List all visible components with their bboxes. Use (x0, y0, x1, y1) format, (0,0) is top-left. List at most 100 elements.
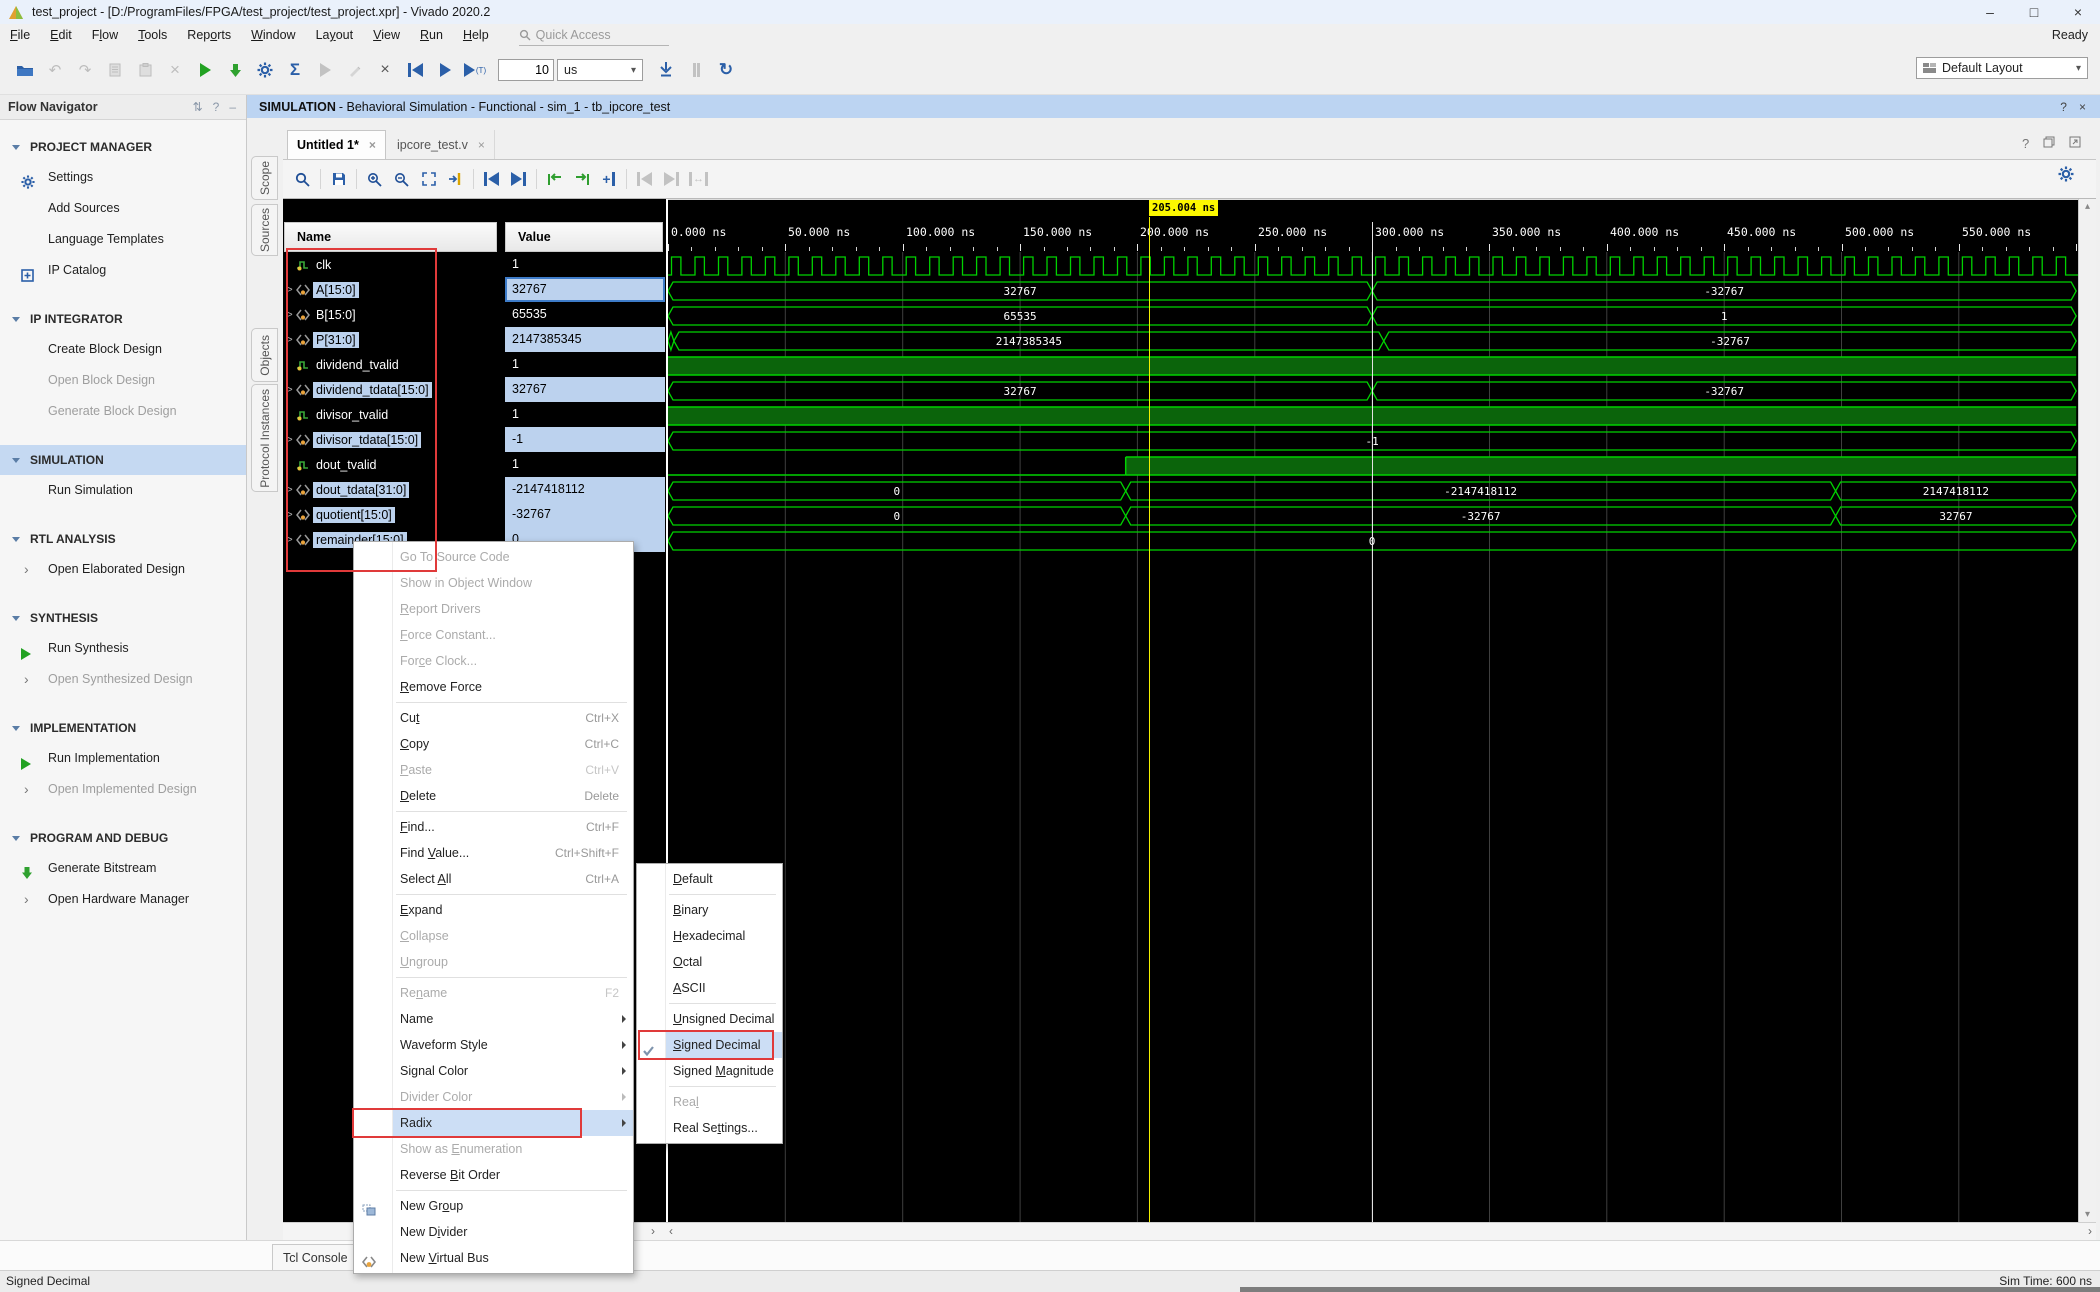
menu-item-select-all[interactable]: Select AllCtrl+A (393, 866, 633, 892)
relaunch-icon[interactable]: ↻ (711, 57, 741, 83)
menu-flow[interactable]: Flow (82, 28, 128, 42)
flow-item-run-implementation[interactable]: Run Implementation (0, 743, 246, 774)
name-column-header[interactable]: Name (284, 222, 497, 252)
menu-item-hexadecimal[interactable]: Hexadecimal (666, 923, 782, 949)
menu-item-reverse-bit-order[interactable]: Reverse Bit Order (393, 1162, 633, 1188)
menu-item-ascii[interactable]: ASCII (666, 975, 782, 1001)
scroll-down-icon[interactable]: ▾ (2079, 1209, 2096, 1220)
swap-next-icon[interactable] (568, 166, 595, 192)
signal-row-clk[interactable]: clk (283, 252, 497, 277)
signal-value-dout-tvalid[interactable]: 1 (505, 452, 665, 477)
flow-item-open-hardware-manager[interactable]: ›Open Hardware Manager (0, 884, 246, 915)
signal-row-dout-tvalid[interactable]: dout_tvalid (283, 452, 497, 477)
signal-value-dividend-tvalid[interactable]: 1 (505, 352, 665, 377)
flow-item-run-simulation[interactable]: Run Simulation (0, 475, 246, 506)
flow-section-header-simulation[interactable]: SIMULATION (0, 445, 246, 475)
menu-item-remove-force[interactable]: Remove Force (393, 674, 633, 700)
flow-section-header-rtl-analysis[interactable]: RTL ANALYSIS (0, 524, 246, 554)
menu-item-cut[interactable]: CutCtrl+X (393, 705, 633, 731)
flow-section-header-program-and-debug[interactable]: PROGRAM AND DEBUG (0, 823, 246, 853)
signal-value-dout-tdata-31-0[interactable]: -2147418112 (505, 477, 665, 502)
side-tab-objects[interactable]: Objects (251, 328, 278, 382)
open-project-icon[interactable] (10, 57, 40, 83)
flow-section-header-implementation[interactable]: IMPLEMENTATION (0, 713, 246, 743)
flow-item-settings[interactable]: Settings (0, 162, 246, 193)
cursor-time-flag[interactable]: 205.004 ns (1149, 200, 1218, 216)
run-time-input[interactable] (498, 59, 554, 81)
signal-value-quotient-15-0[interactable]: -32767 (505, 502, 665, 527)
value-column-header[interactable]: Value (505, 222, 663, 252)
signal-row-quotient-15-0[interactable]: >quotient[15:0] (283, 502, 497, 527)
expand-icon[interactable]: > (283, 534, 296, 546)
help-icon[interactable]: ? (213, 100, 220, 114)
collapse-all-icon[interactable]: ⇅ (193, 100, 203, 114)
signal-value-divisor-tdata-15-0[interactable]: -1 (505, 427, 665, 452)
signal-row-dout-tdata-31-0[interactable]: >dout_tdata[31:0] (283, 477, 497, 502)
clear-breakpoints-icon[interactable]: × (370, 57, 400, 83)
menu-run[interactable]: Run (410, 28, 453, 42)
menu-item-name[interactable]: Name (393, 1006, 633, 1032)
signal-row-divisor-tvalid[interactable]: divisor_tvalid (283, 402, 497, 427)
expand-icon[interactable]: > (283, 284, 296, 296)
expand-icon[interactable]: > (283, 334, 296, 346)
signal-value-p-31-0[interactable]: 2147385345 (505, 327, 665, 352)
float-window-icon[interactable] (2043, 136, 2055, 151)
flow-item-add-sources[interactable]: Add Sources (0, 193, 246, 224)
flow-item-generate-bitstream[interactable]: Generate Bitstream (0, 853, 246, 884)
side-tab-sources[interactable]: Sources (251, 204, 278, 256)
signal-value-clk[interactable]: 1 (505, 252, 665, 277)
close-tab-icon[interactable]: × (369, 138, 376, 152)
menu-tools[interactable]: Tools (128, 28, 177, 42)
signal-row-dividend-tvalid[interactable]: dividend_tvalid (283, 352, 497, 377)
menu-item-expand[interactable]: Expand (393, 897, 633, 923)
menu-item-new-group[interactable]: New Group (393, 1193, 633, 1219)
menu-item-unsigned-decimal[interactable]: Unsigned Decimal (666, 1006, 782, 1032)
close-tab-icon[interactable]: × (478, 138, 485, 152)
timeline-ruler[interactable]: 0.000 ns50.000 ns100.000 ns150.000 ns200… (668, 222, 2078, 252)
waveform-settings-gear-icon[interactable] (2058, 166, 2074, 187)
step-icon[interactable] (651, 57, 681, 83)
maximize-icon[interactable]: □ (2012, 1, 2056, 24)
signal-row-a-15-0[interactable]: >A[15:0] (283, 277, 497, 302)
minimize-icon[interactable]: – (1968, 1, 2012, 24)
menu-item-signal-color[interactable]: Signal Color (393, 1058, 633, 1084)
flow-section-header-ip-integrator[interactable]: IP INTEGRATOR (0, 304, 246, 334)
menu-item-new-virtual-bus[interactable]: New Virtual Bus (393, 1245, 633, 1271)
flow-item-open-elaborated-design[interactable]: ›Open Elaborated Design (0, 554, 246, 585)
zoom-to-cursor-icon[interactable] (442, 166, 469, 192)
signal-row-dividend-tdata-15-0[interactable]: >dividend_tdata[15:0] (283, 377, 497, 402)
expand-icon[interactable]: > (283, 309, 296, 321)
flow-item-create-block-design[interactable]: Create Block Design (0, 334, 246, 365)
quick-access-search[interactable]: Quick Access (519, 25, 669, 46)
sum-report-icon[interactable]: Σ (280, 57, 310, 83)
side-tab-scope[interactable]: Scope (251, 156, 278, 200)
menu-item-waveform-style[interactable]: Waveform Style (393, 1032, 633, 1058)
signal-value-a-15-0[interactable]: 32767 (505, 277, 665, 302)
menu-item-real-settings[interactable]: Real Settings... (666, 1115, 782, 1141)
next-transition-icon[interactable] (505, 166, 532, 192)
scroll-right-icon[interactable]: › (651, 1224, 655, 1238)
signal-row-b-15-0[interactable]: >B[15:0] (283, 302, 497, 327)
signal-value-divisor-tvalid[interactable]: 1 (505, 402, 665, 427)
flow-section-header-project-manager[interactable]: PROJECT MANAGER (0, 132, 246, 162)
waveform-canvas[interactable]: 32767-327676553512147385345-3276732767-3… (668, 252, 2078, 1222)
flow-item-language-templates[interactable]: Language Templates (0, 224, 246, 255)
run-for-time-icon[interactable]: (T) (460, 57, 490, 83)
menu-item-copy[interactable]: CopyCtrl+C (393, 731, 633, 757)
run-all-icon[interactable] (430, 57, 460, 83)
menu-item-binary[interactable]: Binary (666, 897, 782, 923)
menu-reports[interactable]: Reports (177, 28, 241, 42)
zoom-in-icon[interactable] (361, 166, 388, 192)
signal-row-p-31-0[interactable]: >P[31:0] (283, 327, 497, 352)
scroll-up-icon[interactable]: ▴ (2079, 201, 2096, 212)
menu-item-default[interactable]: Default (666, 866, 782, 892)
zoom-out-icon[interactable] (388, 166, 415, 192)
menu-item-signed-magnitude[interactable]: Signed Magnitude (666, 1058, 782, 1084)
expand-icon[interactable]: > (283, 509, 296, 521)
maximize-panel-icon[interactable] (2069, 136, 2081, 151)
help-icon[interactable]: ? (2022, 136, 2029, 151)
vertical-scrollbar[interactable]: ▴ ▾ (2078, 199, 2096, 1222)
menu-item-find-value[interactable]: Find Value...Ctrl+Shift+F (393, 840, 633, 866)
zoom-fit-icon[interactable] (415, 166, 442, 192)
menu-item-signed-decimal[interactable]: Signed Decimal (666, 1032, 782, 1058)
